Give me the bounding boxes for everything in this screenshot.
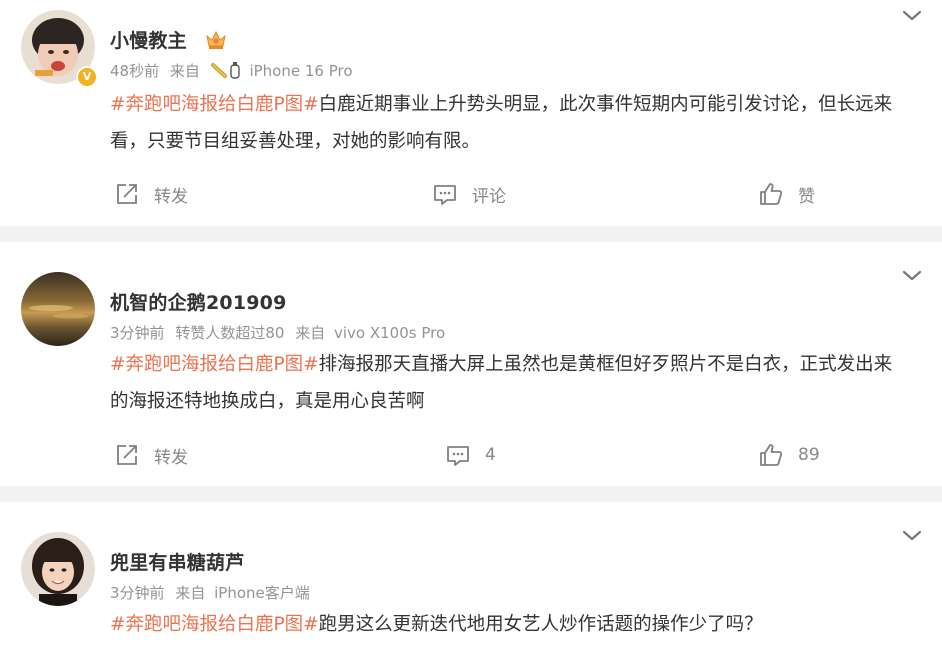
username[interactable]: 兜里有串糖葫芦 [110,548,244,575]
post-meta: 3分钟前 转赞人数超过80 来自 vivo X100s Pro [110,322,451,343]
hashtag-link[interactable]: #奔跑吧海报给白鹿P图# [110,94,319,115]
hashtag-link[interactable]: #奔跑吧海报给白鹿P图# [110,614,319,635]
username[interactable]: 机智的企鹅201909 [110,288,287,315]
avatar[interactable] [21,272,95,346]
comment-icon [434,185,456,205]
reposts-likes-count: 转赞人数超过80 [175,324,285,342]
source-device[interactable]: iPhone 16 Pro [249,62,352,80]
comment-label: 评论 [472,186,506,207]
chevron-down-icon[interactable] [900,6,924,26]
post-content: #奔跑吧海报给白鹿P图#跑男这么更新迭代地用女艺人炒作话题的操作少了吗？ [110,606,910,643]
repost-button[interactable]: 转发 [114,181,188,207]
crown-icon [204,28,228,54]
source-prefix: 来自 [169,62,200,80]
verified-badge-icon: V [76,66,98,88]
like-count: 89 [798,445,820,465]
post-card-2: 机智的企鹅201909 3分钟前 转赞人数超过80 来自 vivo X100s … [0,242,942,486]
action-bar: 转发 4 89 [0,442,942,472]
like-button[interactable]: 89 [758,442,820,468]
post-separator [0,226,942,242]
like-button[interactable]: 赞 [758,181,815,207]
comment-button[interactable]: 4 [445,442,496,468]
source-prefix: 来自 [175,584,206,602]
comment-count: 4 [485,445,496,465]
like-icon [760,444,783,466]
post-separator [0,486,942,502]
repost-label: 转发 [154,186,188,207]
post-time[interactable]: 48秒前 [110,62,159,80]
repost-icon [117,184,137,204]
post-card-1: V 小慢教主 48秒前 来自 iPhone 16 Pro #奔跑吧海报给白鹿P图… [0,0,942,226]
post-content: #奔跑吧海报给白鹿P图#白鹿近期事业上升势头明显，此次事件短期内可能引发讨论，但… [110,86,910,160]
post-text: 跑男这么更新迭代地用女艺人炒作话题的操作少了吗？ [318,614,763,635]
source-device[interactable]: iPhone客户端 [214,584,310,602]
hashtag-link[interactable]: #奔跑吧海报给白鹿P图# [110,354,319,375]
repost-label: 转发 [154,447,188,468]
chevron-down-icon[interactable] [900,266,924,286]
post-card-3: 兜里有串糖葫芦 3分钟前 来自 iPhone客户端 #奔跑吧海报给白鹿P图#跑男… [0,502,942,666]
post-meta: 3分钟前 来自 iPhone客户端 [110,582,316,603]
source-device[interactable]: vivo X100s Pro [334,324,445,342]
comment-icon [447,446,469,466]
avatar[interactable] [21,532,95,606]
bottle-icon [209,62,250,80]
source-prefix: 来自 [295,324,326,342]
repost-button[interactable]: 转发 [114,442,188,468]
post-content: #奔跑吧海报给白鹿P图#排海报那天直播大屏上虽然也是黄框但好歹照片不是白衣，正式… [110,346,910,420]
action-bar: 转发 评论 赞 [0,181,942,211]
username[interactable]: 小慢教主 [110,26,187,53]
repost-icon [117,445,137,465]
like-label: 赞 [798,186,815,207]
post-meta: 48秒前 来自 iPhone 16 Pro [110,60,359,81]
like-icon [760,183,783,205]
comment-button[interactable]: 评论 [432,181,506,207]
post-time[interactable]: 3分钟前 [110,324,165,342]
chevron-down-icon[interactable] [900,526,924,546]
post-time[interactable]: 3分钟前 [110,584,165,602]
